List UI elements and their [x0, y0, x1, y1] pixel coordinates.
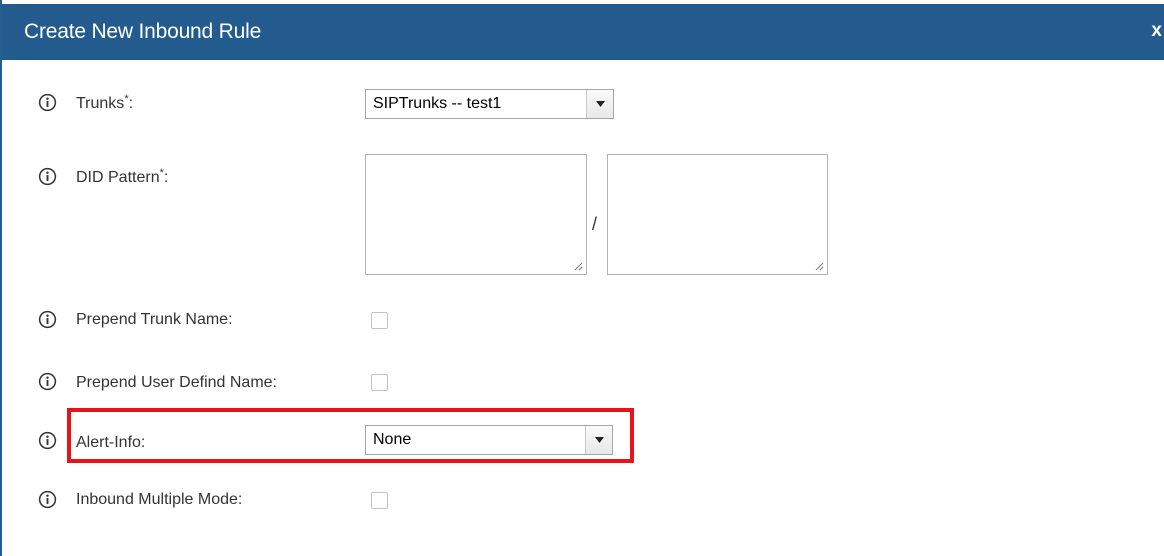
- trunks-select-button[interactable]: [586, 90, 613, 118]
- dialog-title: Create New Inbound Rule: [24, 20, 262, 43]
- did-pattern-separator: /: [592, 214, 598, 234]
- prepend-user-defind-name-checkbox[interactable]: [371, 374, 388, 391]
- inbound-multiple-mode-checkbox[interactable]: [371, 492, 388, 509]
- resize-grip-icon[interactable]: [815, 262, 824, 271]
- resize-grip-icon[interactable]: [574, 262, 583, 271]
- did-pattern-strip-input[interactable]: [607, 154, 828, 275]
- info-icon[interactable]: [38, 372, 57, 391]
- info-icon[interactable]: [38, 490, 57, 509]
- info-icon[interactable]: [38, 167, 57, 186]
- did-pattern-input[interactable]: [365, 154, 587, 275]
- trunks-select[interactable]: SIPTrunks -- test1: [365, 89, 614, 119]
- info-icon[interactable]: [38, 93, 57, 112]
- info-icon[interactable]: [38, 310, 57, 329]
- trunks-label: Trunks*:: [76, 93, 134, 112]
- alert-info-highlight-box: [67, 408, 634, 463]
- did-pattern-label: DID Pattern*:: [76, 167, 169, 186]
- info-icon[interactable]: [38, 431, 57, 450]
- inbound-multiple-mode-label: Inbound Multiple Mode:: [76, 491, 243, 508]
- prepend-trunk-name-checkbox[interactable]: [371, 312, 388, 329]
- close-button[interactable]: x: [1151, 20, 1162, 42]
- trunks-select-value: SIPTrunks -- test1: [373, 95, 502, 112]
- dialog-titlebar[interactable]: Create New Inbound Rule x: [2, 0, 1164, 60]
- prepend-user-defind-name-label: Prepend User Defind Name:: [76, 374, 277, 391]
- create-inbound-rule-dialog: Create New Inbound Rule x Trunks*: SIPTr…: [0, 0, 1164, 556]
- triangle-down-icon: [596, 101, 605, 107]
- prepend-trunk-name-label: Prepend Trunk Name:: [76, 311, 233, 328]
